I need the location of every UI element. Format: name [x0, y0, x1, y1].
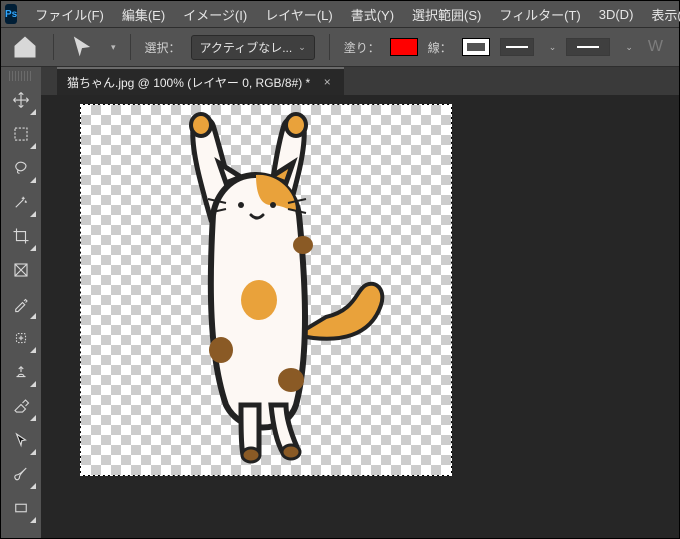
close-icon[interactable]: ×: [320, 75, 334, 89]
menu-select[interactable]: 選択範囲(S): [404, 1, 489, 28]
clone-stamp-tool[interactable]: [5, 356, 37, 388]
toolbox-grip[interactable]: [9, 71, 33, 81]
brush-tool[interactable]: [5, 458, 37, 490]
magic-wand-tool[interactable]: [5, 186, 37, 218]
options-bar: ▾ 選択： アクティブなレ... ⌄ 塗り： 線： ⌄ ⌄ W: [1, 27, 679, 67]
menu-type[interactable]: 書式(Y): [343, 1, 402, 28]
document-tab-title: 猫ちゃん.jpg @ 100% (レイヤー 0, RGB/8#) *: [67, 74, 310, 91]
chevron-down-icon: ⌄: [298, 42, 306, 53]
fill-label: 塗り：: [344, 39, 380, 56]
marquee-tool[interactable]: [5, 118, 37, 150]
tool-preset-cursor-icon[interactable]: [68, 33, 96, 61]
menu-filter[interactable]: フィルター(T): [491, 1, 588, 28]
rectangle-tool[interactable]: [5, 492, 37, 524]
healing-brush-tool[interactable]: [5, 322, 37, 354]
chevron-down-icon[interactable]: ⌄: [549, 42, 557, 53]
chevron-down-icon[interactable]: ⌄: [625, 42, 633, 53]
document-tab[interactable]: 猫ちゃん.jpg @ 100% (レイヤー 0, RGB/8#) * ×: [57, 67, 344, 95]
move-tool[interactable]: [5, 84, 37, 116]
frame-tool[interactable]: [5, 254, 37, 286]
home-button[interactable]: [11, 33, 39, 61]
canvas[interactable]: [81, 105, 451, 475]
menu-file[interactable]: ファイル(F): [27, 1, 112, 28]
stroke-width-dropdown[interactable]: [500, 38, 534, 56]
crop-tool[interactable]: [5, 220, 37, 252]
eyedropper-tool[interactable]: [5, 288, 37, 320]
document-area: 猫ちゃん.jpg @ 100% (レイヤー 0, RGB/8#) * ×: [41, 67, 679, 538]
canvas-viewport[interactable]: [41, 95, 679, 538]
menu-3d[interactable]: 3D(D): [591, 3, 642, 26]
photoshop-logo-icon: Ps: [5, 4, 17, 24]
path-selection-tool[interactable]: [5, 424, 37, 456]
separator: [329, 34, 330, 60]
fill-color-swatch[interactable]: [390, 38, 418, 56]
lasso-tool[interactable]: [5, 152, 37, 184]
workspace: 猫ちゃん.jpg @ 100% (レイヤー 0, RGB/8#) * ×: [1, 67, 679, 538]
separator: [130, 34, 131, 60]
stroke-style-dropdown[interactable]: [566, 38, 610, 56]
canvas-artwork-cat: [91, 105, 421, 465]
separator: [53, 34, 54, 60]
document-tabstrip: 猫ちゃん.jpg @ 100% (レイヤー 0, RGB/8#) * ×: [41, 67, 679, 95]
stroke-label: 線：: [428, 39, 452, 56]
chevron-down-icon[interactable]: ▾: [111, 42, 116, 53]
select-label: 選択：: [145, 39, 181, 56]
width-field-label: W: [648, 38, 663, 56]
toolbox: [1, 67, 41, 538]
menu-edit[interactable]: 編集(E): [114, 1, 173, 28]
menu-view[interactable]: 表示(V): [643, 1, 680, 28]
menu-layer[interactable]: レイヤー(L): [257, 1, 341, 28]
select-layer-dropdown[interactable]: アクティブなレ... ⌄: [191, 35, 315, 60]
eraser-tool[interactable]: [5, 390, 37, 422]
stroke-color-swatch[interactable]: [462, 38, 490, 56]
menu-image[interactable]: イメージ(I): [175, 1, 255, 28]
menubar: Ps ファイル(F) 編集(E) イメージ(I) レイヤー(L) 書式(Y) 選…: [1, 1, 679, 27]
dropdown-value: アクティブなレ...: [200, 39, 293, 56]
